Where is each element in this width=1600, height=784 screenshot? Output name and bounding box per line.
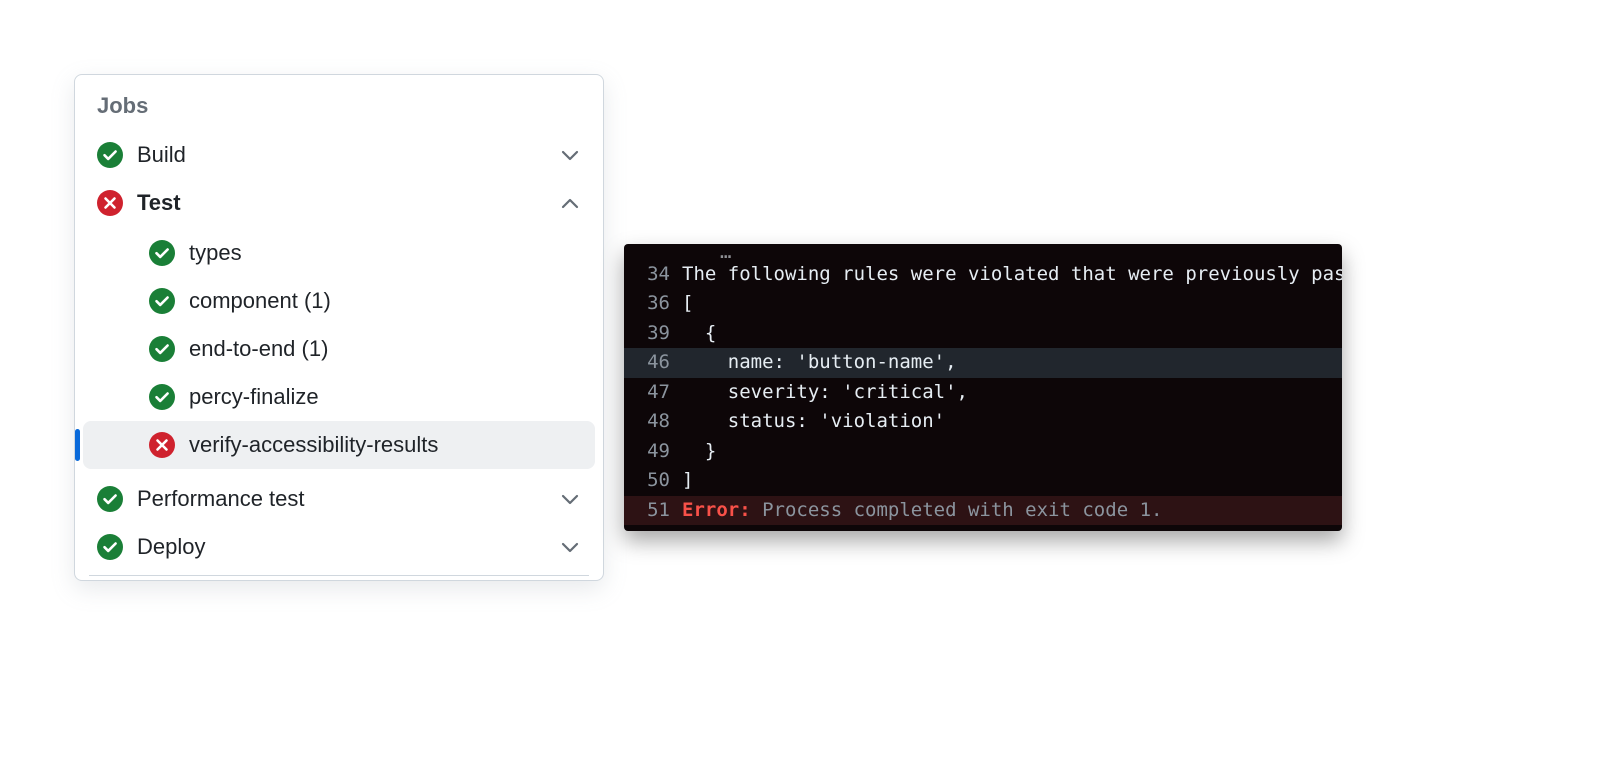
log-line[interactable]: 48 status: 'violation' [624,407,1342,436]
log-line-number: 51 [624,496,682,525]
log-line-number: 48 [624,407,682,436]
subjob-types[interactable]: types [83,229,595,277]
log-line-text: { [682,319,1342,348]
check-circle-icon [97,142,123,168]
log-line-number: 47 [624,378,682,407]
job-label: Deploy [137,534,545,560]
log-line-number: 46 [624,348,682,377]
jobs-title: Jobs [75,83,603,131]
log-line[interactable]: 39 { [624,319,1342,348]
log-error-keyword: Error: [682,499,751,521]
jobs-panel: Jobs Build Test types component (1) end-… [74,74,604,581]
job-test-children: types component (1) end-to-end (1) percy… [75,227,603,475]
log-line-number: 36 [624,289,682,318]
subjob-label: types [189,240,242,266]
log-line[interactable]: 47 severity: 'critical', [624,378,1342,407]
job-deploy[interactable]: Deploy [75,523,603,571]
x-circle-icon [97,190,123,216]
chevron-up-icon [559,192,581,214]
log-line[interactable]: 51Error: Process completed with exit cod… [624,496,1342,525]
subjob-label: verify-accessibility-results [189,432,438,458]
log-line[interactable]: 36[ [624,289,1342,318]
chevron-down-icon [559,488,581,510]
log-line-number: 50 [624,466,682,495]
subjob-end-to-end[interactable]: end-to-end (1) [83,325,595,373]
check-circle-icon [97,486,123,512]
log-line-number: 49 [624,437,682,466]
log-line-text: status: 'violation' [682,407,1342,436]
check-circle-icon [97,534,123,560]
subjob-verify-accessibility-results[interactable]: verify-accessibility-results [83,421,595,469]
job-label: Performance test [137,486,545,512]
subjob-component[interactable]: component (1) [83,277,595,325]
job-build[interactable]: Build [75,131,603,179]
chevron-down-icon [559,536,581,558]
log-line-text: } [682,437,1342,466]
log-line-text: ] [682,466,1342,495]
check-circle-icon [149,288,175,314]
log-truncated-hint: … [624,250,1342,260]
job-performance-test[interactable]: Performance test [75,475,603,523]
x-circle-icon [149,432,175,458]
log-line-number: 34 [624,260,682,289]
log-line-text: The following rules were violated that w… [682,260,1342,289]
subjob-label: component (1) [189,288,331,314]
log-line-text: [ [682,289,1342,318]
check-circle-icon [149,336,175,362]
job-label: Build [137,142,545,168]
log-line-text: severity: 'critical', [682,378,1342,407]
check-circle-icon [149,384,175,410]
divider [89,575,589,576]
job-test[interactable]: Test [75,179,603,227]
job-label: Test [137,190,545,216]
log-output[interactable]: … 34The following rules were violated th… [624,244,1342,531]
log-line-number: 39 [624,319,682,348]
log-line[interactable]: 49 } [624,437,1342,466]
log-line-text: name: 'button-name', [682,348,1342,377]
log-line[interactable]: 46 name: 'button-name', [624,348,1342,377]
log-line[interactable]: 34The following rules were violated that… [624,260,1342,289]
log-line[interactable]: 50] [624,466,1342,495]
chevron-down-icon [559,144,581,166]
subjob-percy-finalize[interactable]: percy-finalize [83,373,595,421]
check-circle-icon [149,240,175,266]
subjob-label: percy-finalize [189,384,319,410]
subjob-label: end-to-end (1) [189,336,328,362]
log-line-text: Error: Process completed with exit code … [682,496,1342,525]
